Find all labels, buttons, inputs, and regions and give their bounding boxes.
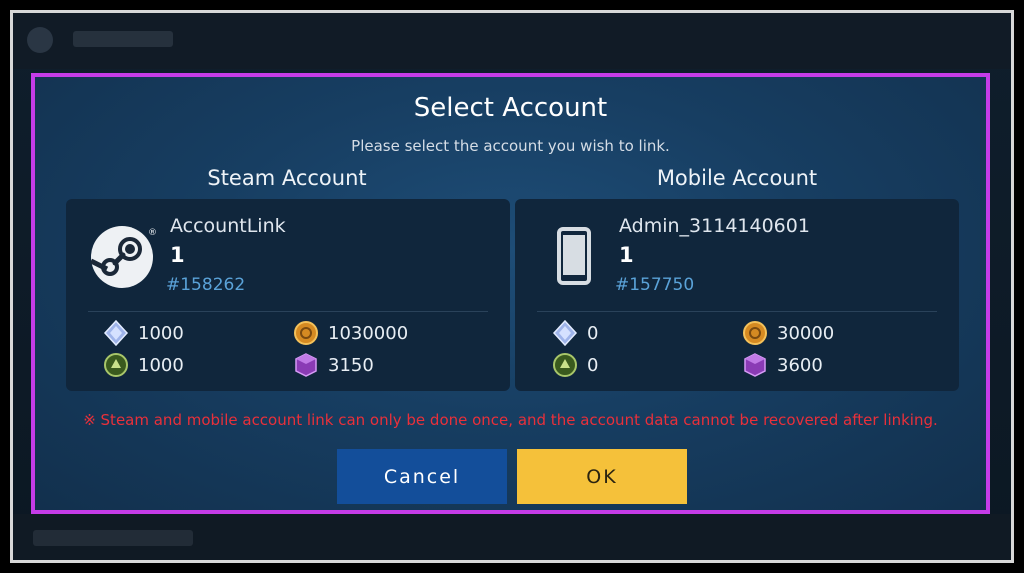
purple-cube-icon <box>295 353 317 377</box>
mobile-account-id: #157750 <box>615 275 695 295</box>
mobile-cube-value: 3600 <box>777 354 823 376</box>
steam-crystal-value: 1000 <box>138 322 184 344</box>
background-bottombar <box>13 514 1011 560</box>
background-logo-icon <box>27 27 53 53</box>
crystal-icon <box>552 319 578 347</box>
mobile-account-name: Admin_3114140601 <box>619 215 810 237</box>
emblem-icon <box>553 353 577 377</box>
svg-text:®: ® <box>148 228 157 238</box>
mobile-account-card[interactable]: Admin_3114140601 1 #157750 0 30000 0 360… <box>515 199 959 391</box>
steam-coin-resource: 1030000 <box>292 319 408 347</box>
mobile-crystal-resource: 0 <box>551 319 598 347</box>
background-topbar <box>13 13 1011 69</box>
mobile-emblem-value: 0 <box>587 354 599 376</box>
mobile-coin-value: 30000 <box>777 322 835 344</box>
emblem-icon <box>104 353 128 377</box>
steam-emblem-value: 1000 <box>138 354 184 376</box>
steam-crystal-resource: 1000 <box>102 319 184 347</box>
mobile-coin-resource: 30000 <box>741 319 834 347</box>
crystal-icon <box>103 319 129 347</box>
background-title <box>73 31 173 47</box>
mobile-account-header: Mobile Account <box>656 166 818 190</box>
steam-cube-resource: 3150 <box>292 351 374 379</box>
phone-icon <box>557 227 591 285</box>
select-account-dialog: Select Account Please select the account… <box>31 73 990 514</box>
steam-account-card[interactable]: ® AccountLink 1 #158262 1000 1030000 100… <box>66 199 510 391</box>
coin-icon <box>294 321 318 345</box>
steam-account-level: 1 <box>170 243 185 267</box>
dialog-subtitle: Please select the account you wish to li… <box>351 137 670 155</box>
mobile-card-divider <box>537 311 937 312</box>
steam-account-name: AccountLink <box>170 215 286 237</box>
mobile-emblem-resource: 0 <box>551 351 598 379</box>
mobile-account-level: 1 <box>619 243 634 267</box>
steam-coin-value: 1030000 <box>328 322 409 344</box>
cancel-button[interactable]: Cancel <box>337 449 507 504</box>
background-bottom-text <box>33 530 193 546</box>
steam-cube-value: 3150 <box>328 354 374 376</box>
dialog-title: Select Account <box>413 93 608 123</box>
ok-button[interactable]: OK <box>517 449 687 504</box>
link-warning-text: ※ Steam and mobile account link can only… <box>83 411 938 429</box>
steam-account-id: #158262 <box>166 275 246 295</box>
mobile-cube-resource: 3600 <box>741 351 823 379</box>
purple-cube-icon <box>744 353 766 377</box>
steam-logo-icon: ® <box>90 226 157 288</box>
mobile-crystal-value: 0 <box>587 322 599 344</box>
steam-emblem-resource: 1000 <box>102 351 184 379</box>
steam-card-divider <box>88 311 488 312</box>
coin-icon <box>743 321 767 345</box>
steam-account-header: Steam Account <box>207 166 367 190</box>
